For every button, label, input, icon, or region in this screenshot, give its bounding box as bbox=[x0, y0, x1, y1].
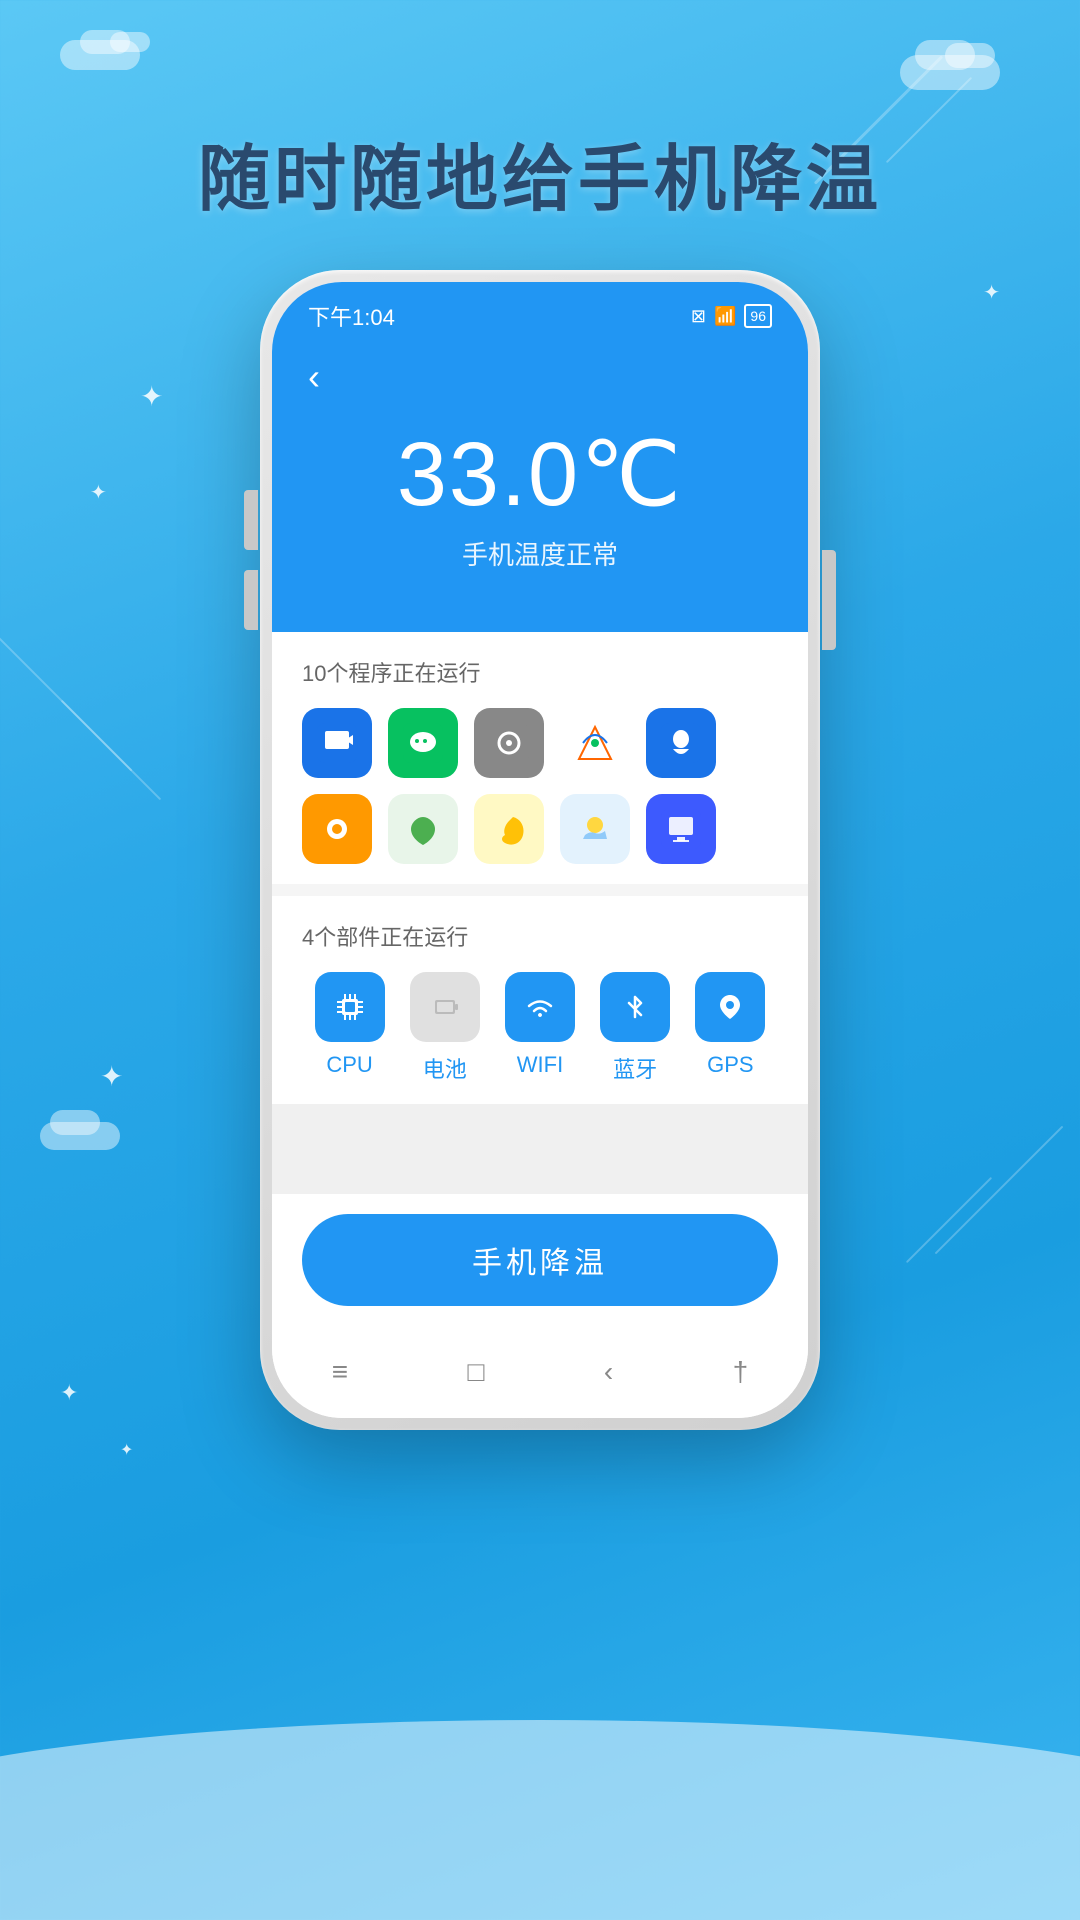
cool-button-wrapper: 手机降温 bbox=[272, 1194, 808, 1336]
battery-level: 96 bbox=[750, 308, 766, 324]
app-icon-10[interactable] bbox=[646, 794, 716, 864]
navigation-bar: ≡ □ ‹ † bbox=[272, 1336, 808, 1418]
app-icon-8[interactable] bbox=[474, 794, 544, 864]
running-apps-section: 10个程序正在运行 bbox=[272, 632, 808, 884]
app-icon-5[interactable] bbox=[646, 708, 716, 778]
sparkle-1: ✦ bbox=[140, 380, 163, 413]
component-bluetooth[interactable]: 蓝牙 bbox=[600, 972, 670, 1084]
phone-mockup: 下午1:04 ⊠ 📶 96 ‹ 33.0℃ 手机温度正常 bbox=[260, 270, 820, 1430]
app-icon-1[interactable] bbox=[302, 708, 372, 778]
running-apps-title: 10个程序正在运行 bbox=[302, 656, 778, 688]
cloud-mid-left bbox=[40, 1100, 130, 1150]
apps-grid bbox=[302, 708, 778, 864]
component-cpu[interactable]: CPU bbox=[315, 972, 385, 1084]
cpu-label: CPU bbox=[326, 1052, 372, 1078]
content-spacer bbox=[272, 1104, 808, 1194]
gps-label: GPS bbox=[707, 1052, 753, 1078]
app-icon-4[interactable] bbox=[560, 708, 630, 778]
bluetooth-label: 蓝牙 bbox=[613, 1052, 657, 1084]
app-content: 10个程序正在运行 bbox=[272, 632, 808, 1418]
status-bar: 下午1:04 ⊠ 📶 96 bbox=[272, 282, 808, 340]
temperature-value: 33.0℃ bbox=[308, 422, 772, 527]
component-battery[interactable]: 电池 bbox=[410, 972, 480, 1084]
cloud-top-right bbox=[900, 30, 1020, 90]
wifi-icon-box bbox=[505, 972, 575, 1042]
battery-label: 电池 bbox=[423, 1052, 467, 1084]
cpu-icon-box bbox=[315, 972, 385, 1042]
sparkle-5: ✦ bbox=[60, 1380, 78, 1406]
app-icon-2[interactable] bbox=[388, 708, 458, 778]
temperature-display: 33.0℃ 手机温度正常 bbox=[308, 422, 772, 572]
wifi-status-icon: 📶 bbox=[714, 306, 736, 327]
back-button[interactable]: ‹ bbox=[308, 356, 320, 398]
battery-status-icon: 96 bbox=[744, 304, 772, 328]
phone-screen: 下午1:04 ⊠ 📶 96 ‹ 33.0℃ 手机温度正常 bbox=[272, 282, 808, 1418]
components-grid: CPU 电池 WIFI bbox=[302, 972, 778, 1084]
app-icon-9[interactable] bbox=[560, 794, 630, 864]
nav-back-button[interactable]: ‹ bbox=[604, 1356, 613, 1388]
sparkle-6: ✦ bbox=[120, 1440, 133, 1460]
sparkle-4: ✦ bbox=[100, 1060, 123, 1093]
gps-icon-box bbox=[695, 972, 765, 1042]
status-icons: ⊠ 📶 96 bbox=[691, 304, 772, 328]
component-gps[interactable]: GPS bbox=[695, 972, 765, 1084]
component-wifi[interactable]: WIFI bbox=[505, 972, 575, 1084]
cool-phone-button[interactable]: 手机降温 bbox=[302, 1214, 778, 1306]
status-time: 下午1:04 bbox=[308, 300, 395, 332]
nav-menu-button[interactable]: ≡ bbox=[332, 1356, 348, 1388]
app-header: ‹ 33.0℃ 手机温度正常 bbox=[272, 340, 808, 632]
page-title: 随时随地给手机降温 bbox=[0, 120, 1080, 225]
components-section: 4个部件正在运行 CPU 电池 bbox=[272, 896, 808, 1104]
bottom-hill-decoration bbox=[0, 1720, 1080, 1920]
wifi-label: WIFI bbox=[517, 1052, 563, 1078]
phone-outer-shell: 下午1:04 ⊠ 📶 96 ‹ 33.0℃ 手机温度正常 bbox=[260, 270, 820, 1430]
sparkle-3: ✦ bbox=[983, 280, 1000, 305]
nav-home-button[interactable]: □ bbox=[468, 1356, 485, 1388]
battery-icon-box bbox=[410, 972, 480, 1042]
bluetooth-icon-box bbox=[600, 972, 670, 1042]
sparkle-2: ✦ bbox=[90, 480, 107, 505]
app-icon-6[interactable] bbox=[302, 794, 372, 864]
nav-recent-button[interactable]: † bbox=[733, 1356, 749, 1388]
temperature-status: 手机温度正常 bbox=[308, 535, 772, 572]
app-icon-3[interactable] bbox=[474, 708, 544, 778]
app-icon-7[interactable] bbox=[388, 794, 458, 864]
sim-icon: ⊠ bbox=[691, 306, 706, 327]
components-title: 4个部件正在运行 bbox=[302, 920, 778, 952]
